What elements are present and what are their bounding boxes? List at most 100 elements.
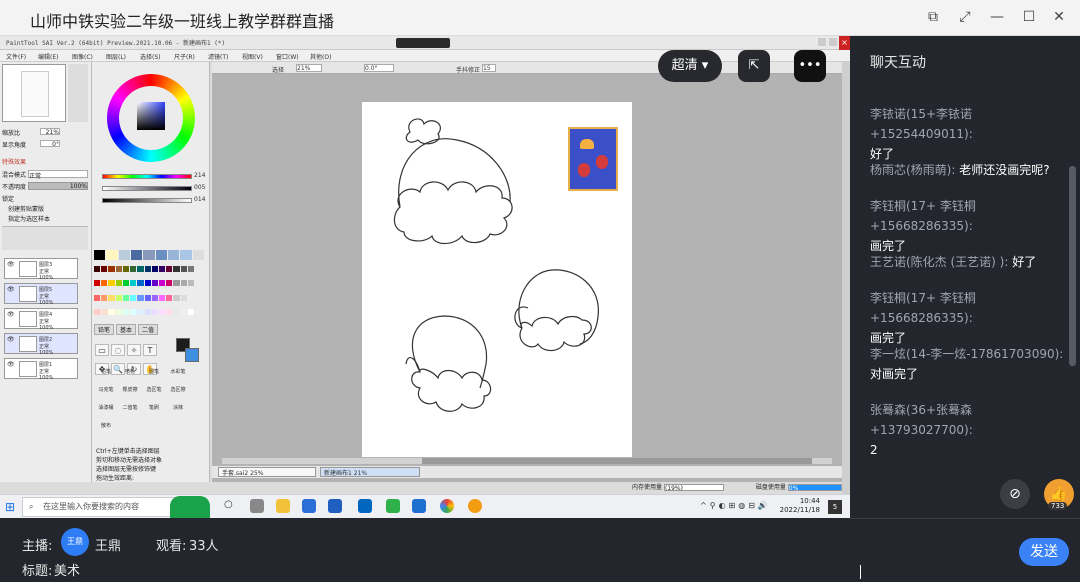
notification-badge[interactable]: 5 — [828, 500, 842, 514]
tab-pencil[interactable]: 铅笔 — [94, 324, 115, 335]
opacity-slider[interactable]: 100% — [28, 182, 88, 190]
chrome-icon[interactable] — [440, 499, 454, 513]
blend-select[interactable]: 正常 — [28, 170, 88, 180]
eye-icon[interactable]: 👁 — [7, 311, 15, 318]
eye-icon[interactable]: 👁 — [7, 361, 15, 368]
menu-view[interactable]: 视图(V) — [242, 52, 263, 61]
magic-wand-icon[interactable]: ✧ — [127, 344, 141, 356]
store-icon[interactable] — [302, 499, 316, 513]
sai-right-scrollbar[interactable] — [842, 62, 850, 494]
taskbar-clock[interactable]: 10:44 2022/11/18 — [780, 497, 820, 515]
clip-mask-checkbox[interactable]: 创建剪贴蒙版 — [8, 204, 96, 213]
text-icon[interactable]: T — [143, 344, 157, 356]
menu-select[interactable]: 选择(S) — [140, 52, 161, 61]
option-checkbox[interactable]: Ctrl+左键单击选择图层 — [96, 446, 160, 455]
menu-layer[interactable]: 图层(L) — [106, 52, 126, 61]
send-button[interactable]: 发送 — [1019, 538, 1069, 566]
brush-item[interactable]: 油漆桶 — [94, 404, 118, 422]
task-view-icon[interactable]: ○ — [224, 499, 238, 513]
angle-field[interactable]: 0.0° — [364, 64, 394, 72]
foreground-background-color[interactable] — [176, 338, 200, 362]
saturation-value-square[interactable] — [137, 102, 165, 130]
saturation-slider[interactable] — [102, 186, 192, 191]
menu-filter[interactable]: 滤镜(T) — [208, 52, 228, 61]
eye-icon[interactable]: 👁 — [7, 261, 15, 268]
brush-item[interactable]: 散布 — [94, 422, 118, 440]
sai-maximize-button[interactable] — [829, 38, 837, 46]
photos-icon[interactable] — [412, 499, 426, 513]
share-button[interactable]: ⇱ — [738, 50, 770, 82]
file-explorer-icon[interactable] — [276, 499, 290, 513]
fullscreen-icon[interactable]: ⤢ — [956, 8, 974, 26]
maximize-button[interactable]: ☐ — [1020, 8, 1038, 26]
navigator-buttons[interactable] — [68, 64, 88, 122]
system-tray-icons[interactable]: ^⚲◐⊞◍⊟🔊 — [700, 501, 771, 510]
minimize-button[interactable]: — — [988, 8, 1006, 26]
brush-item[interactable]: 橡皮擦 — [118, 386, 142, 404]
angle-value[interactable]: 0° — [40, 140, 60, 148]
brush-item[interactable]: 圆笔 — [142, 368, 166, 386]
reference-image[interactable] — [568, 127, 618, 191]
brush-item[interactable]: 涂抹 — [166, 404, 190, 422]
brush-item[interactable]: 水彩笔 — [166, 368, 190, 386]
color-palette[interactable] — [94, 266, 194, 322]
menu-other[interactable]: 其他(O) — [310, 52, 331, 61]
brush-item[interactable]: 马克笔 — [94, 386, 118, 404]
selection-source-checkbox[interactable]: 指定为选区样本 — [8, 214, 96, 223]
tab-binary[interactable]: 二值 — [138, 324, 159, 335]
option-checkbox[interactable]: 选择图层无需按修饰键 — [96, 464, 156, 473]
drawing-canvas[interactable] — [362, 102, 632, 457]
layer-buttons[interactable] — [2, 226, 88, 250]
color-wheel[interactable] — [107, 74, 195, 162]
quality-selector[interactable]: 超清 ▾ — [658, 50, 722, 82]
app-icon[interactable] — [358, 499, 372, 513]
brush-item[interactable]: 笔刷 — [142, 404, 166, 422]
mail-icon[interactable] — [328, 499, 342, 513]
effects-label[interactable]: 特殊效果 — [2, 157, 90, 166]
horizontal-scrollbar[interactable] — [222, 458, 832, 464]
file-tab[interactable]: 手套.sai2 25% — [218, 467, 316, 477]
layer-item[interactable]: 👁 图层5 正常 100% — [4, 283, 78, 306]
zoom-value[interactable]: 21% — [40, 128, 60, 136]
picture-in-picture-icon[interactable]: ⧉ — [924, 8, 942, 26]
layer-item[interactable]: 👁 图层2 正常 100% — [4, 333, 78, 356]
menu-ruler[interactable]: 尺子(R) — [174, 52, 195, 61]
eye-icon[interactable]: 👁 — [7, 286, 15, 293]
brush-item[interactable]: 选区擦 — [166, 386, 190, 404]
chat-scrollbar[interactable] — [1069, 166, 1076, 366]
avatar[interactable]: 王鼎 — [61, 528, 89, 556]
scrollbar-thumb[interactable] — [422, 458, 812, 464]
layer-item[interactable]: 👁 图层1 正常 100% — [4, 358, 78, 381]
brush-item[interactable]: 二值笔 — [118, 404, 142, 422]
menu-edit[interactable]: 编辑(E) — [38, 52, 58, 61]
tab-basic[interactable]: 基本 — [116, 324, 137, 335]
stabilizer-field[interactable]: 15 — [482, 64, 496, 72]
value-slider[interactable] — [102, 198, 192, 203]
brush-item[interactable]: 喷枪 — [118, 368, 142, 386]
select-rect-icon[interactable]: ▭ — [95, 344, 109, 356]
menu-window[interactable]: 窗口(W) — [276, 52, 299, 61]
option-checkbox[interactable]: 剪切和移动无需选择对象 — [96, 455, 162, 464]
more-options-button[interactable]: ••• — [794, 50, 826, 82]
menu-file[interactable]: 文件(F) — [6, 52, 26, 61]
zoom-field[interactable]: 21% — [296, 64, 322, 72]
link-icon[interactable]: ⊘ — [1000, 479, 1030, 509]
file-tab[interactable]: 新建画布1 21% — [320, 467, 420, 477]
widgets-icon[interactable] — [250, 499, 264, 513]
recent-colors[interactable] — [94, 250, 204, 262]
layer-item[interactable]: 👁 图层3 正常 100% — [4, 258, 78, 281]
eye-icon[interactable]: 👁 — [7, 336, 15, 343]
hue-slider[interactable] — [102, 174, 192, 179]
brush-item[interactable]: 铅笔 — [94, 368, 118, 386]
lasso-icon[interactable]: ◌ — [111, 344, 125, 356]
windows-start-icon[interactable]: ⊞ — [5, 500, 15, 514]
sai-close-button[interactable]: × — [839, 36, 850, 50]
wechat-icon[interactable] — [386, 499, 400, 513]
brush-item[interactable]: 选区笔 — [142, 386, 166, 404]
sai-app-icon[interactable] — [468, 499, 482, 513]
close-button[interactable]: ✕ — [1050, 8, 1068, 26]
layer-item[interactable]: 👁 图层4 正常 100% — [4, 308, 78, 331]
navigator-preview[interactable] — [2, 64, 66, 122]
sai-minimize-button[interactable] — [818, 38, 826, 46]
background-color[interactable] — [185, 348, 199, 362]
